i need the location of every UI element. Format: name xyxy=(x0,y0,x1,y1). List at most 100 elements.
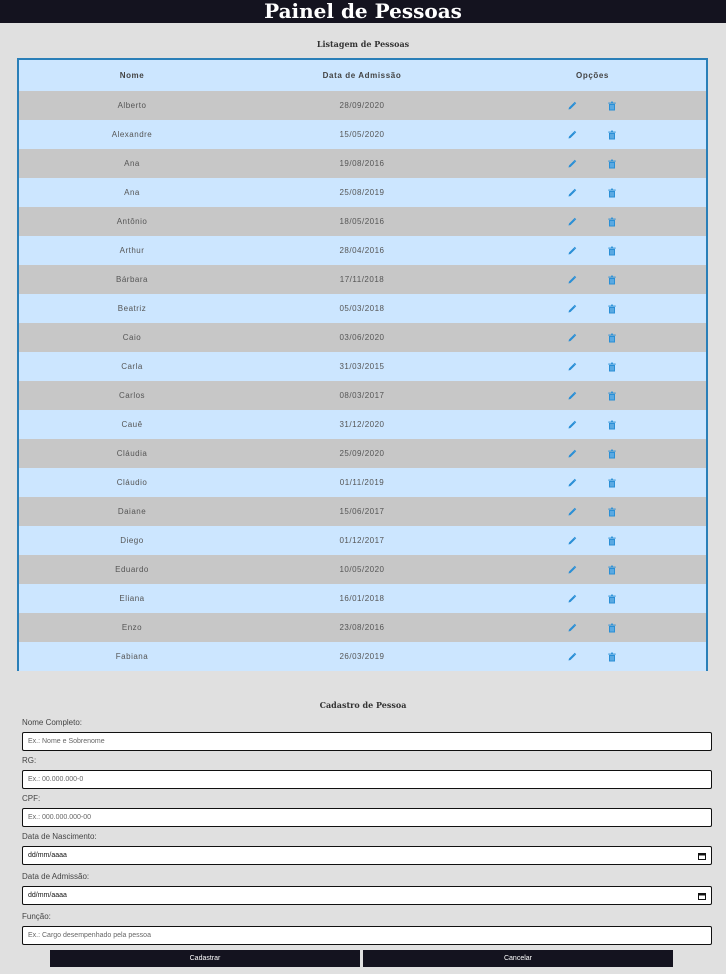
calendar-icon[interactable] xyxy=(698,892,706,900)
trash-icon[interactable] xyxy=(607,420,617,430)
row-options xyxy=(478,323,706,352)
trash-icon[interactable] xyxy=(607,159,617,169)
cancel-button[interactable]: Cancelar xyxy=(363,950,673,967)
row-options xyxy=(478,381,706,410)
calendar-icon[interactable] xyxy=(698,852,706,860)
person-name: Daiane xyxy=(19,497,246,526)
person-name: Eliana xyxy=(19,584,246,613)
page-header: Painel de Pessoas xyxy=(0,0,726,23)
pencil-icon[interactable] xyxy=(567,420,577,430)
trash-icon[interactable] xyxy=(607,188,617,198)
field-label-rg: RG: xyxy=(22,756,37,765)
person-name: Ana xyxy=(19,149,246,178)
pencil-icon[interactable] xyxy=(567,304,577,314)
trash-icon[interactable] xyxy=(607,449,617,459)
person-name: Enzo xyxy=(19,613,246,642)
trash-icon[interactable] xyxy=(607,565,617,575)
admission-date: 28/04/2016 xyxy=(245,236,479,265)
birthdate-input[interactable]: dd/mm/aaaa xyxy=(22,846,712,865)
trash-icon[interactable] xyxy=(607,130,617,140)
pencil-icon[interactable] xyxy=(567,536,577,546)
pencil-icon[interactable] xyxy=(567,652,577,662)
admission-date: 08/03/2017 xyxy=(245,381,479,410)
admission-date: 25/09/2020 xyxy=(245,439,479,468)
trash-icon[interactable] xyxy=(607,478,617,488)
people-table: Nome Data de Admissão Opções Alberto 28/0… xyxy=(17,58,708,671)
table-row: Carlos 08/03/2017 xyxy=(19,381,706,410)
table-row: Caio 03/06/2020 xyxy=(19,323,706,352)
trash-icon[interactable] xyxy=(607,217,617,227)
row-options xyxy=(478,410,706,439)
row-options xyxy=(478,497,706,526)
table-header-row: Nome Data de Admissão Opções xyxy=(19,60,706,91)
submit-button[interactable]: Cadastrar xyxy=(50,950,360,967)
pencil-icon[interactable] xyxy=(567,130,577,140)
form-title: Cadastro de Pessoa xyxy=(319,700,407,710)
table-row: Eduardo 10/05/2020 xyxy=(19,555,706,584)
pencil-icon[interactable] xyxy=(567,217,577,227)
pencil-icon[interactable] xyxy=(567,246,577,256)
pencil-icon[interactable] xyxy=(567,565,577,575)
trash-icon[interactable] xyxy=(607,507,617,517)
admission-date: 01/11/2019 xyxy=(245,468,479,497)
admission-date-input[interactable]: dd/mm/aaaa xyxy=(22,886,712,905)
table-row: Cláudia 25/09/2020 xyxy=(19,439,706,468)
pencil-icon[interactable] xyxy=(567,275,577,285)
admission-placeholder: dd/mm/aaaa xyxy=(28,892,67,899)
row-options xyxy=(478,584,706,613)
trash-icon[interactable] xyxy=(607,391,617,401)
pencil-icon[interactable] xyxy=(567,391,577,401)
person-name: Diego xyxy=(19,526,246,555)
rg-input[interactable]: Ex.: 00.000.000-0 xyxy=(22,770,712,789)
field-label-cpf: CPF: xyxy=(22,794,41,803)
field-label-birthdate: Data de Nascimento: xyxy=(22,832,97,841)
pencil-icon[interactable] xyxy=(567,159,577,169)
trash-icon[interactable] xyxy=(607,623,617,633)
row-options xyxy=(478,178,706,207)
row-options xyxy=(478,613,706,642)
pencil-icon[interactable] xyxy=(567,478,577,488)
table-row: Carla 31/03/2015 xyxy=(19,352,706,381)
admission-date: 15/06/2017 xyxy=(245,497,479,526)
trash-icon[interactable] xyxy=(607,246,617,256)
pencil-icon[interactable] xyxy=(567,362,577,372)
column-header-name: Nome xyxy=(19,60,246,91)
trash-icon[interactable] xyxy=(607,101,617,111)
pencil-icon[interactable] xyxy=(567,623,577,633)
cpf-placeholder: Ex.: 000.000.000-00 xyxy=(28,814,92,821)
table-row: Antônio 18/05/2016 xyxy=(19,207,706,236)
pencil-icon[interactable] xyxy=(567,507,577,517)
cpf-input[interactable]: Ex.: 000.000.000-00 xyxy=(22,808,712,827)
pencil-icon[interactable] xyxy=(567,594,577,604)
person-name: Ana xyxy=(19,178,246,207)
person-name: Antônio xyxy=(19,207,246,236)
admission-date: 10/05/2020 xyxy=(245,555,479,584)
pencil-icon[interactable] xyxy=(567,333,577,343)
admission-date: 25/08/2019 xyxy=(245,178,479,207)
birthdate-placeholder: dd/mm/aaaa xyxy=(28,852,67,859)
name-placeholder: Ex.: Nome e Sobrenome xyxy=(28,738,105,745)
trash-icon[interactable] xyxy=(607,333,617,343)
trash-icon[interactable] xyxy=(607,536,617,546)
trash-icon[interactable] xyxy=(607,304,617,314)
role-input[interactable]: Ex.: Cargo desempenhado pela pessoa xyxy=(22,926,712,945)
trash-icon[interactable] xyxy=(607,362,617,372)
trash-icon[interactable] xyxy=(607,275,617,285)
table-row: Daiane 15/06/2017 xyxy=(19,497,706,526)
person-name: Eduardo xyxy=(19,555,246,584)
admission-date: 15/05/2020 xyxy=(245,120,479,149)
row-options xyxy=(478,236,706,265)
table-row: Ana 19/08/2016 xyxy=(19,149,706,178)
pencil-icon[interactable] xyxy=(567,188,577,198)
trash-icon[interactable] xyxy=(607,594,617,604)
role-placeholder: Ex.: Cargo desempenhado pela pessoa xyxy=(28,932,151,939)
admission-date: 05/03/2018 xyxy=(245,294,479,323)
name-input[interactable]: Ex.: Nome e Sobrenome xyxy=(22,732,712,751)
row-options xyxy=(478,149,706,178)
pencil-icon[interactable] xyxy=(567,449,577,459)
pencil-icon[interactable] xyxy=(567,101,577,111)
admission-date: 16/01/2018 xyxy=(245,584,479,613)
trash-icon[interactable] xyxy=(607,652,617,662)
row-options xyxy=(478,265,706,294)
column-header-options: Opções xyxy=(478,60,706,91)
